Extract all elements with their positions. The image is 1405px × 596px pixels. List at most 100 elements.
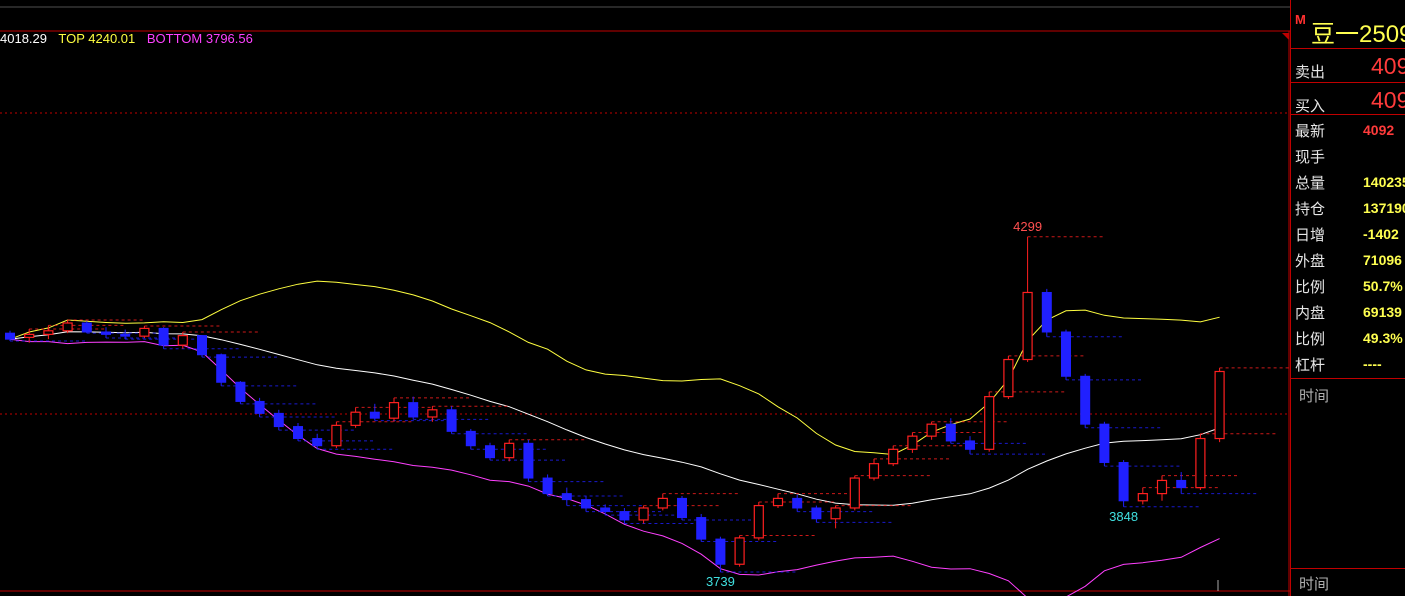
candle[interactable] bbox=[1003, 355, 1086, 400]
candle[interactable] bbox=[197, 334, 279, 358]
market-flag: M bbox=[1295, 12, 1306, 27]
candle[interactable] bbox=[926, 421, 1009, 440]
lower-band-line bbox=[9, 338, 1220, 596]
price-annotation: 3739 bbox=[706, 574, 735, 589]
candle-body bbox=[293, 426, 303, 440]
candle-body bbox=[830, 507, 841, 520]
candle[interactable] bbox=[965, 436, 1047, 455]
candle[interactable] bbox=[1195, 433, 1278, 491]
middle-band-line bbox=[9, 331, 1220, 506]
candle-body bbox=[465, 430, 476, 447]
candle-body bbox=[350, 411, 361, 426]
kline-chart[interactable]: 4299 3739 3848 bbox=[0, 0, 1290, 596]
candle[interactable] bbox=[542, 474, 625, 497]
kline-chart-area[interactable]: 4299 3739 3848 4018.29 TOP 4240.01 BOTTOM … bbox=[0, 0, 1290, 596]
candle[interactable] bbox=[734, 535, 817, 567]
quote-row-value: -1402 bbox=[1363, 226, 1399, 242]
candle[interactable] bbox=[984, 391, 1066, 452]
candle-body bbox=[677, 497, 687, 519]
candle-body bbox=[868, 463, 880, 479]
candle[interactable] bbox=[868, 458, 951, 481]
candle-body bbox=[581, 499, 591, 509]
candle-body bbox=[1080, 375, 1091, 425]
price-annotation: 4299 bbox=[1013, 219, 1042, 234]
candle-body bbox=[600, 507, 611, 513]
candle-body bbox=[772, 497, 784, 507]
quote-row: 持仓 137190 bbox=[1291, 195, 1405, 221]
candle-body bbox=[485, 445, 495, 459]
candle-body bbox=[101, 331, 111, 335]
quote-row: 杠杆 ---- bbox=[1291, 351, 1405, 377]
quote-row: 比例 50.7% bbox=[1291, 273, 1405, 299]
top-value: TOP 4240.01 bbox=[58, 31, 136, 46]
candle[interactable] bbox=[312, 433, 394, 450]
candle-body bbox=[945, 423, 956, 442]
candle[interactable] bbox=[331, 421, 414, 449]
candle-body bbox=[369, 411, 380, 419]
quote-row-label: 最新 bbox=[1295, 123, 1326, 140]
indicator-bar: 4018.29 TOP 4240.01 BOTTOM 3796.56 bbox=[0, 31, 261, 49]
quote-row-value: 71096 bbox=[1363, 252, 1402, 268]
quote-row-value: 137190 bbox=[1363, 200, 1405, 216]
candle-body bbox=[273, 412, 284, 428]
contract-title[interactable]: 豆一2509 bbox=[1311, 14, 1405, 49]
candle[interactable] bbox=[1137, 487, 1220, 505]
candle[interactable] bbox=[657, 493, 740, 511]
candle-body bbox=[43, 330, 54, 335]
candle-body bbox=[792, 497, 803, 509]
candle-body bbox=[926, 423, 937, 437]
candle-body bbox=[197, 335, 207, 356]
price-annotation: 3848 bbox=[1109, 509, 1138, 524]
candle[interactable] bbox=[1041, 288, 1124, 338]
candle[interactable] bbox=[830, 505, 913, 529]
candle[interactable] bbox=[677, 496, 759, 521]
candle-body bbox=[638, 507, 649, 521]
candle[interactable] bbox=[561, 487, 644, 507]
quote-row-value: 50.7% bbox=[1363, 278, 1403, 294]
contract-header[interactable]: M 豆一2509 bbox=[1291, 8, 1405, 48]
quote-row: 总量 140235 bbox=[1291, 169, 1405, 195]
candle[interactable] bbox=[888, 445, 970, 467]
candle[interactable] bbox=[1099, 421, 1182, 467]
quote-row-label: 日增 bbox=[1295, 227, 1326, 244]
candle-body bbox=[235, 381, 246, 402]
candle-body bbox=[216, 354, 227, 383]
candle-body bbox=[254, 400, 265, 414]
candle-body bbox=[523, 442, 534, 479]
candle-body bbox=[1022, 291, 1033, 361]
candle-body bbox=[427, 409, 438, 418]
quote-row-label: 外盘 bbox=[1295, 253, 1326, 270]
candle[interactable] bbox=[619, 507, 702, 525]
candle[interactable] bbox=[523, 439, 606, 483]
candle-body bbox=[1099, 423, 1110, 463]
candlesticks[interactable] bbox=[5, 236, 1291, 573]
buy-price: 4091 bbox=[1371, 87, 1405, 113]
sell-label: 卖出 bbox=[1295, 64, 1326, 81]
candle-body bbox=[504, 442, 515, 459]
candle[interactable] bbox=[216, 353, 298, 387]
candle-body bbox=[81, 322, 92, 333]
candle[interactable] bbox=[446, 406, 529, 435]
candle-body bbox=[888, 448, 899, 465]
candle-body bbox=[1118, 461, 1129, 502]
quote-row: 现手 bbox=[1291, 143, 1405, 169]
candle-body bbox=[177, 334, 188, 346]
quote-row: 最新 4092 bbox=[1291, 117, 1405, 143]
candle[interactable] bbox=[504, 439, 586, 462]
candle-body bbox=[849, 477, 860, 509]
candle[interactable] bbox=[1080, 373, 1162, 429]
buy-label: 买入 bbox=[1295, 98, 1326, 115]
quote-row-value: 69139 bbox=[1363, 304, 1402, 320]
candle[interactable] bbox=[1214, 367, 1290, 443]
candle-body bbox=[965, 440, 975, 450]
corner-marker bbox=[1282, 33, 1289, 40]
candle-body bbox=[715, 538, 726, 565]
candle-body bbox=[811, 507, 822, 520]
candle[interactable] bbox=[235, 381, 318, 405]
candle[interactable] bbox=[581, 496, 663, 513]
candle-body bbox=[158, 327, 169, 346]
candle[interactable] bbox=[715, 536, 798, 573]
candle[interactable] bbox=[273, 409, 356, 431]
candle-body bbox=[753, 504, 764, 539]
candle-body bbox=[1195, 437, 1206, 489]
